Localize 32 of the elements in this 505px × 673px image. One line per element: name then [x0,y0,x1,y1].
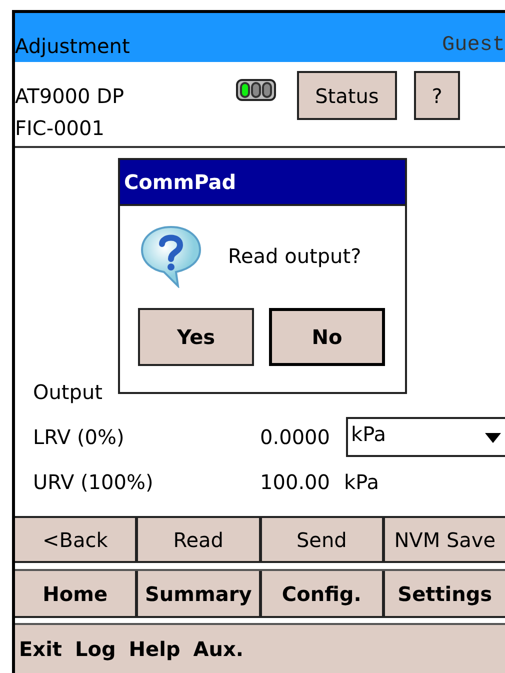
nav-button[interactable]: Settings [384,571,505,616]
menu-item[interactable]: Exit [19,634,62,664]
nav-button[interactable]: Home [15,571,136,616]
dialog-title: CommPad [124,169,236,196]
nav-button[interactable]: Config. [262,571,382,616]
status-button[interactable]: Status [297,71,397,120]
action-button[interactable]: Read [138,518,258,561]
action-button[interactable]: NVM Save [384,518,505,561]
screen-title: Adjustment [15,36,130,58]
dialog-button[interactable]: Yes [138,308,254,366]
menu-item[interactable]: Log [74,634,116,664]
question-bubble-icon [138,224,204,288]
status-lights-icon [236,79,276,101]
device-tag: FIC-0001 [15,112,124,144]
nav-button[interactable]: Summary [138,571,258,616]
menu-item[interactable]: Aux. [193,634,244,664]
field-label: URV (100%) [33,468,154,496]
field-unit: kPa [344,468,379,496]
action-button[interactable]: <Back [15,518,136,561]
device-name: AT9000 DP [15,83,124,110]
unit-dropdown[interactable]: kPa [346,416,505,456]
help-button[interactable]: ? [414,71,460,120]
action-button[interactable]: Send [262,518,382,561]
field-value: 0.0000 [259,424,330,450]
dialog-message: Read output? [228,243,362,270]
field-label: LRV (0%) [33,424,126,450]
field-value: 100.00 [259,468,330,496]
field-label: Output [33,378,104,406]
user-name: Guest [442,35,505,58]
caret-icon [485,432,501,442]
dialog-button[interactable]: No [269,308,385,366]
menu-item[interactable]: Help [128,634,180,664]
